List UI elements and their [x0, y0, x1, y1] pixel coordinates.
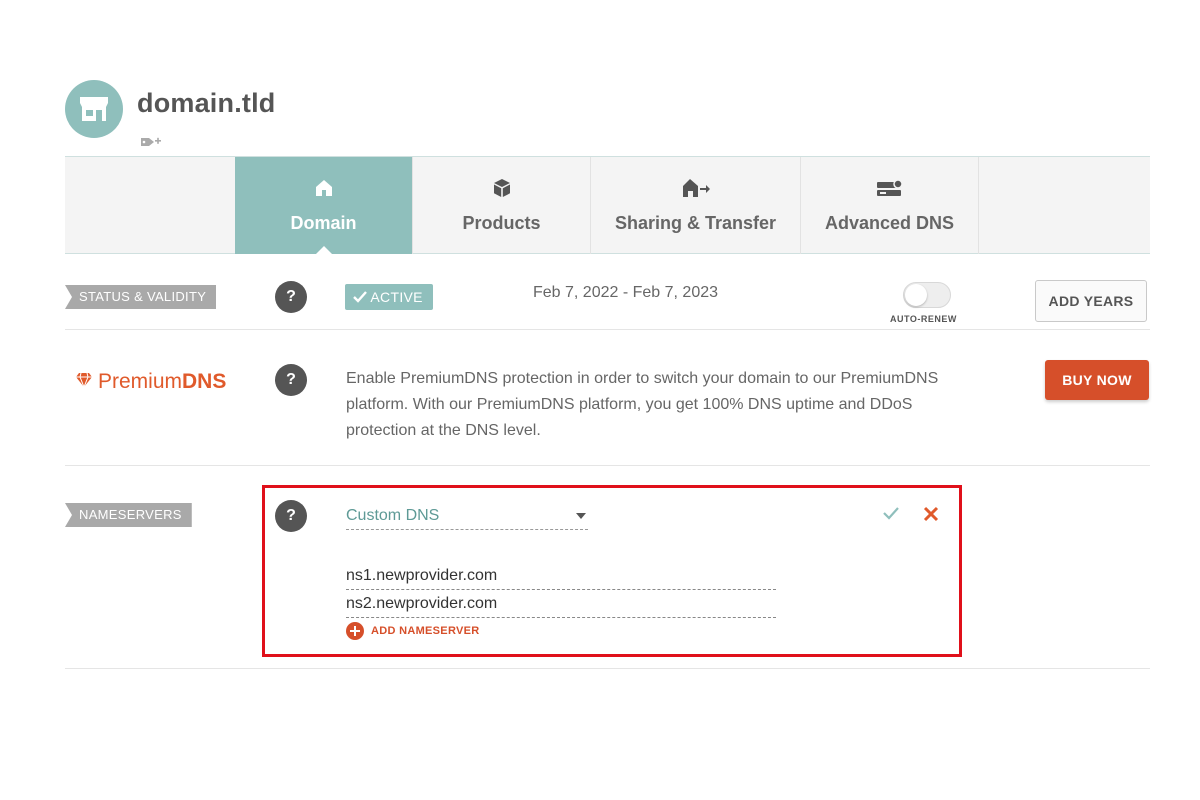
server-icon — [876, 177, 904, 199]
status-label: STATUS & VALIDITY — [65, 285, 217, 309]
domain-tabs: Domain Products Sharing & Transfer Advan… — [65, 156, 1150, 255]
status-help-icon[interactable]: ? — [275, 281, 307, 313]
diamond-icon — [75, 370, 98, 394]
house-arrow-icon — [682, 177, 710, 199]
premium-description: Enable PremiumDNS protection in order to… — [346, 370, 939, 439]
auto-renew-toggle[interactable] — [903, 282, 951, 308]
premium-help-icon[interactable]: ? — [275, 364, 307, 396]
tab-domain[interactable]: Domain — [235, 157, 413, 255]
status-row: STATUS & VALIDITY ? ACTIVE Feb 7, 2022 -… — [65, 254, 1150, 330]
domain-title: domain.tld — [137, 88, 276, 118]
premiumdns-logo: Premium DNS — [75, 370, 226, 394]
tab-advanced-dns[interactable]: Advanced DNS — [801, 157, 979, 254]
check-icon — [353, 289, 370, 305]
add-tag-icon[interactable] — [140, 135, 162, 149]
tab-products[interactable]: Products — [413, 157, 591, 254]
store-icon — [65, 80, 123, 138]
status-badge: ACTIVE — [345, 284, 433, 310]
domain-header: domain.tld — [65, 80, 665, 152]
tab-sharing-transfer[interactable]: Sharing & Transfer — [591, 157, 801, 254]
validity-dates: Feb 7, 2022 - Feb 7, 2023 — [533, 284, 719, 301]
add-years-button[interactable]: ADD YEARS — [1035, 280, 1147, 322]
buy-now-button[interactable]: BUY NOW — [1045, 360, 1149, 400]
premium-dns-row: Premium DNS ? Enable PremiumDNS protectio… — [65, 330, 1150, 466]
nameservers-label: NAMESERVERS — [65, 503, 192, 527]
home-icon — [315, 177, 333, 199]
highlight-box — [262, 485, 962, 657]
box-icon — [492, 177, 512, 199]
auto-renew-label: AUTO-RENEW — [890, 314, 957, 324]
